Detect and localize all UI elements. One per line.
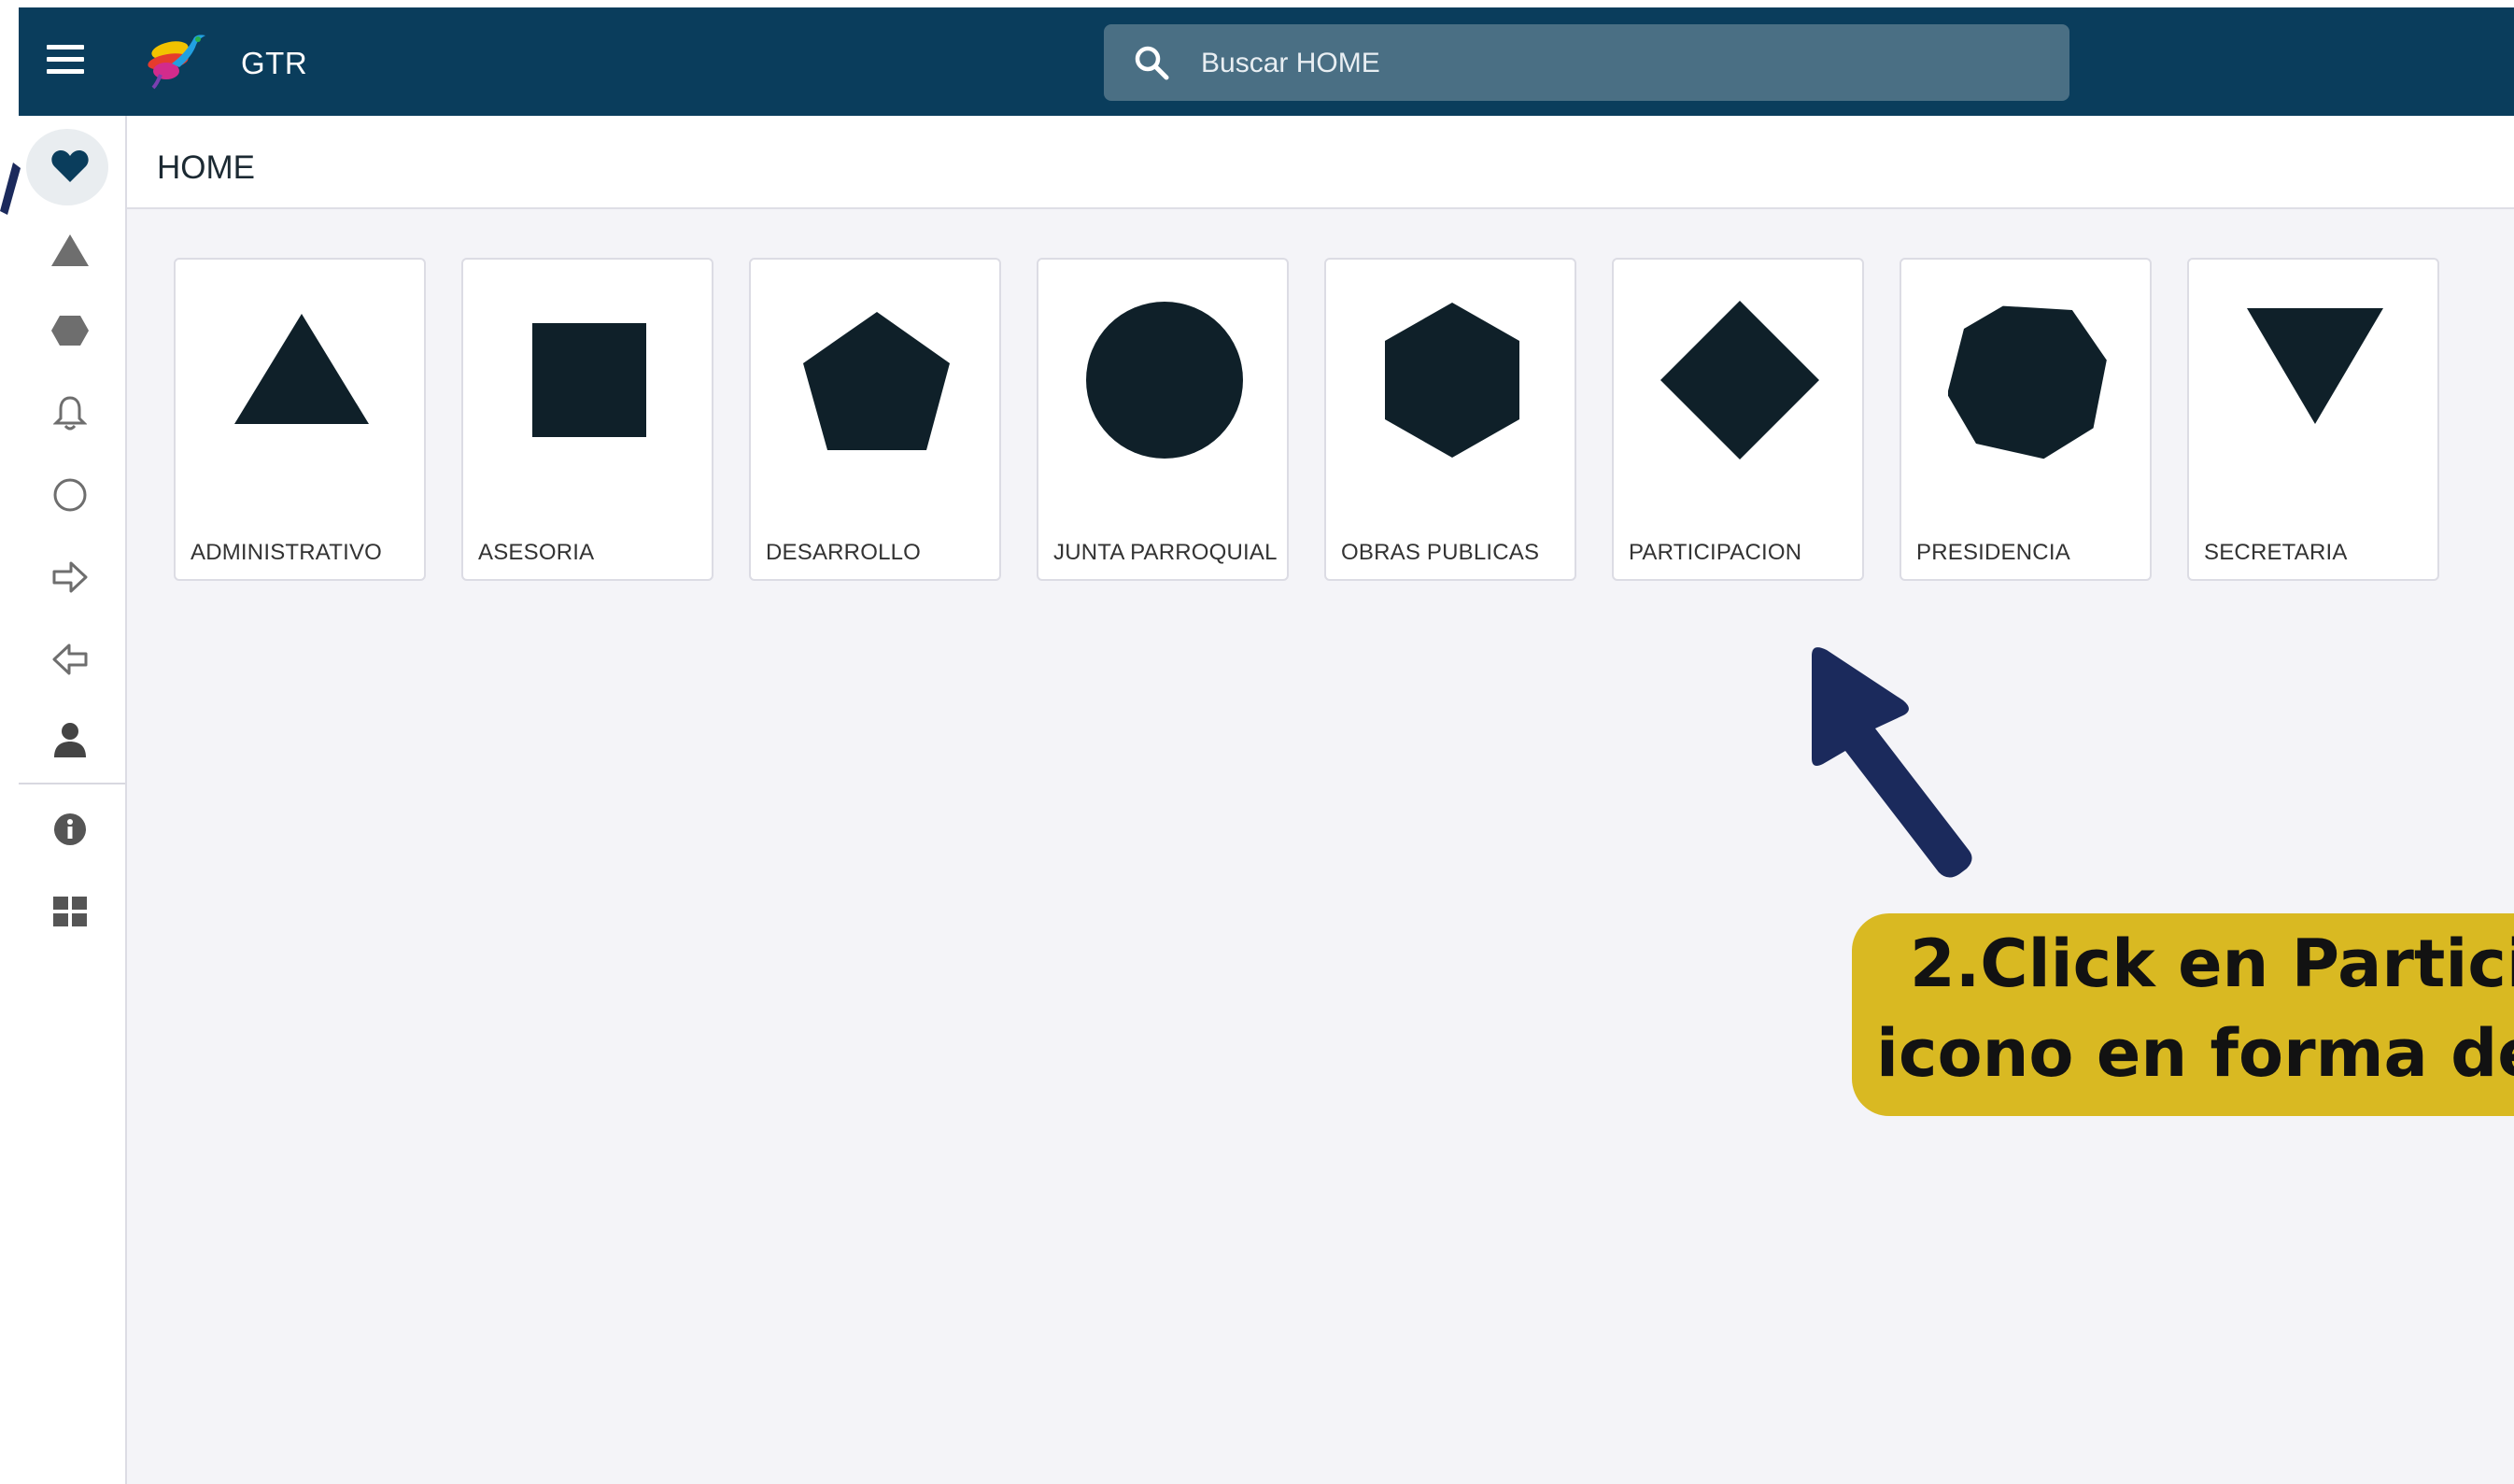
callout-line-1: 2.Click en Participac <box>1910 926 2514 1002</box>
sidebar <box>19 116 127 1484</box>
triangle-icon <box>234 314 369 424</box>
diamond-icon <box>1660 301 1819 459</box>
card-label: JUNTA PARROQUIAL <box>1053 540 1278 565</box>
card-presidencia[interactable]: PRESIDENCIA <box>1900 258 2152 581</box>
sidebar-item-back[interactable] <box>21 622 120 697</box>
card-label: PARTICIPACION <box>1629 540 1802 565</box>
sidebar-divider <box>19 783 125 784</box>
page-header: HOME <box>127 116 2514 209</box>
heart-icon <box>51 150 89 182</box>
hexagon-icon <box>51 316 89 346</box>
sidebar-item-hexagon[interactable] <box>21 293 120 368</box>
circle-icon <box>1086 302 1243 459</box>
card-label: OBRAS PUBLICAS <box>1341 540 1540 565</box>
card-administrativo[interactable]: ADMINISTRATIVO <box>174 258 426 581</box>
search-icon <box>1135 46 1169 80</box>
triangle-icon <box>51 234 89 266</box>
bell-icon <box>53 396 87 431</box>
card-label: DESARROLLO <box>766 540 922 565</box>
pentagon-icon <box>803 312 950 450</box>
hexagon-icon <box>1385 303 1519 458</box>
sidebar-item-favorites[interactable] <box>21 129 120 205</box>
callout-line-2: icono en forma de ro <box>1876 1015 2514 1092</box>
card-obras-publicas[interactable]: OBRAS PUBLICAS <box>1324 258 1576 581</box>
sidebar-item-triangle[interactable] <box>21 213 120 288</box>
square-icon <box>532 323 646 437</box>
sidebar-item-info[interactable] <box>21 792 120 867</box>
card-label: ADMINISTRATIVO <box>191 540 383 565</box>
sidebar-item-user[interactable] <box>21 702 120 777</box>
annotation-arrow-fragment-icon <box>0 163 21 215</box>
card-label: SECRETARIA <box>2204 540 2348 565</box>
user-icon <box>54 723 86 757</box>
inverted-triangle-icon <box>2247 308 2383 424</box>
annotation-callout: 2.Click en Participac icono en forma de … <box>1852 913 2514 1116</box>
top-bar: GTR <box>19 7 2514 116</box>
card-junta-parroquial[interactable]: JUNTA PARROQUIAL <box>1037 258 1289 581</box>
card-desarrollo[interactable]: DESARROLLO <box>749 258 1001 581</box>
annotation-arrow-icon <box>1812 647 1972 878</box>
card-asesoria[interactable]: ASESORIA <box>461 258 713 581</box>
search-input[interactable] <box>1199 39 2043 88</box>
card-secretaria[interactable]: SECRETARIA <box>2187 258 2439 581</box>
sidebar-item-forward[interactable] <box>21 540 120 615</box>
card-label: PRESIDENCIA <box>1916 540 2070 565</box>
app-window: GTR Buscar HOME HOME ADMINISTRATIVO ASES… <box>19 7 2514 1484</box>
hamburger-menu-icon[interactable] <box>47 45 84 78</box>
page-title: HOME <box>157 149 255 186</box>
grid-icon <box>53 897 87 926</box>
sidebar-item-apps[interactable] <box>21 874 120 949</box>
arrow-left-icon <box>52 643 88 675</box>
search-box[interactable] <box>1104 24 2069 101</box>
app-title: GTR <box>241 46 308 80</box>
arrow-right-icon <box>52 561 88 593</box>
card-label: ASESORIA <box>478 540 595 565</box>
card-participacion[interactable]: PARTICIPACION <box>1612 258 1864 581</box>
circle-icon <box>53 478 87 512</box>
info-icon <box>54 813 86 845</box>
octagon-icon <box>1948 305 2107 459</box>
hummingbird-logo-icon <box>148 35 205 90</box>
sidebar-item-notifications[interactable] <box>21 375 120 450</box>
sidebar-item-circle[interactable] <box>21 458 120 532</box>
